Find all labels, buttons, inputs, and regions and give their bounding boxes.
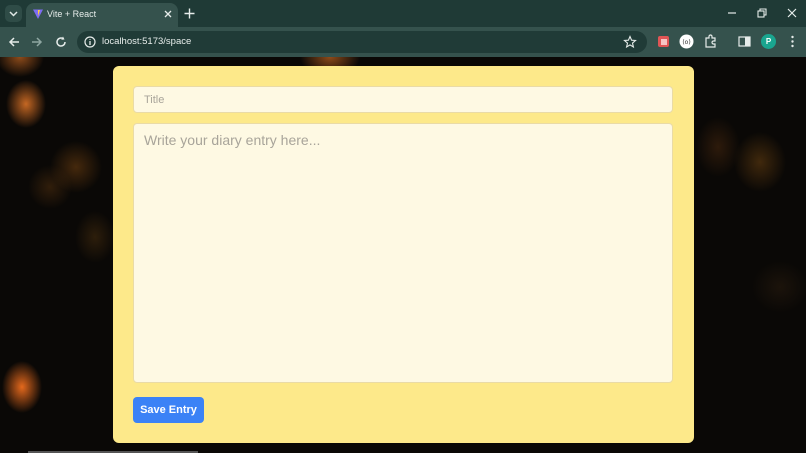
vite-logo-icon — [33, 9, 43, 19]
tab-vite-react[interactable]: Vite + React — [26, 3, 178, 27]
tab-title: Vite + React — [47, 9, 97, 19]
extension-dark-reader-icon[interactable]: (o) — [679, 34, 694, 49]
title-input[interactable] — [133, 86, 673, 113]
tab-search-button[interactable] — [5, 5, 22, 22]
close-window-icon[interactable] — [786, 7, 798, 19]
back-arrow-icon[interactable] — [7, 35, 21, 49]
browser-tab-strip: Vite + React — [0, 0, 806, 27]
address-bar[interactable]: localhost:5173/space — [77, 31, 647, 53]
save-entry-button[interactable]: Save Entry — [133, 397, 204, 423]
more-menu-icon[interactable] — [785, 34, 800, 49]
diary-entry-textarea[interactable] — [133, 123, 673, 383]
close-tab-icon[interactable] — [162, 8, 174, 20]
svg-text:(o): (o) — [682, 39, 690, 46]
site-info-icon[interactable] — [83, 35, 97, 49]
diary-entry-card: Save Entry — [113, 66, 694, 443]
restore-icon[interactable] — [756, 7, 768, 19]
forward-arrow-icon[interactable] — [30, 35, 44, 49]
minimize-icon[interactable] — [726, 7, 738, 19]
bookmark-star-icon[interactable] — [623, 35, 637, 49]
extension-red-icon[interactable] — [656, 34, 671, 49]
chevron-down-icon — [9, 10, 18, 17]
side-panel-icon[interactable] — [737, 34, 752, 49]
reload-icon[interactable] — [54, 35, 68, 49]
extensions-puzzle-icon[interactable] — [703, 34, 718, 49]
page-viewport: Save Entry — [0, 57, 806, 453]
url-text: localhost:5173/space — [102, 36, 192, 47]
profile-avatar[interactable]: P — [761, 34, 776, 49]
new-tab-icon[interactable] — [183, 7, 196, 20]
